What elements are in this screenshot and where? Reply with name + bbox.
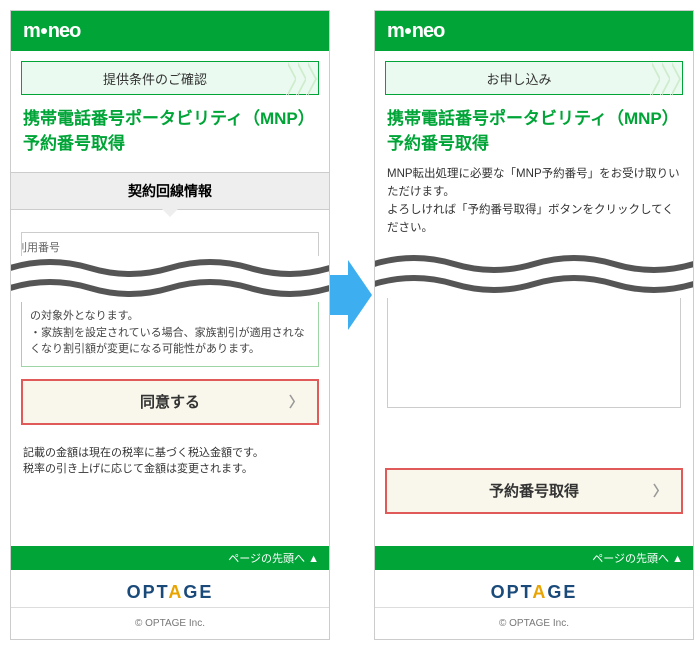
- header: mneo: [11, 11, 329, 51]
- step-label: 提供条件のご確認: [22, 69, 288, 88]
- content-omitted-icon: [10, 256, 330, 302]
- agree-button-label: 同意する: [140, 391, 200, 412]
- agree-button[interactable]: 同意する 〉: [21, 379, 319, 425]
- footer: OPTAGE: [375, 570, 693, 608]
- company-logo: OPTAGE: [491, 582, 578, 602]
- content-area: [387, 298, 681, 408]
- section-header-contract: 契約回線情報: [11, 172, 329, 210]
- content-omitted-icon: [374, 252, 694, 298]
- back-to-top-link[interactable]: ページの先頭へ ▲: [375, 546, 693, 570]
- footer: OPTAGE: [11, 570, 329, 608]
- brand-logo: mneo: [23, 20, 80, 43]
- brand-logo: mneo: [387, 20, 444, 43]
- chevron-right-icon: 〉: [653, 481, 667, 501]
- step-indicator: お申し込み: [385, 61, 683, 95]
- step-indicator: 提供条件のご確認: [21, 61, 319, 95]
- tax-footnote: 記載の金額は現在の税率に基づく税込金額です。 税率の引き上げに応じて金額は変更さ…: [11, 439, 329, 496]
- get-reservation-number-label: 予約番号取得: [489, 480, 579, 501]
- page-title: 携帯電話番号ポータビリティ（MNP）予約番号取得: [11, 103, 329, 166]
- chevron-right-icon: [652, 62, 682, 94]
- flow-arrow-icon: [330, 260, 374, 330]
- back-to-top-link[interactable]: ページの先頭へ ▲: [11, 546, 329, 570]
- panel-confirm: mneo 提供条件のご確認 携帯電話番号ポータビリティ（MNP）予約番号取得 契…: [10, 10, 330, 640]
- step-label: お申し込み: [386, 69, 652, 88]
- header: mneo: [375, 11, 693, 51]
- instruction-text: MNP転出処理に必要な「MNP予約番号」をお受け取りいただけます。 よろしければ…: [375, 166, 693, 247]
- company-logo: OPTAGE: [127, 582, 214, 602]
- panel-apply: mneo お申し込み 携帯電話番号ポータビリティ（MNP）予約番号取得 MNP転…: [374, 10, 694, 640]
- notice-text: の対象外となります。 ・家族割を設定されている場合、家族割引が適用されなくなり割…: [21, 302, 319, 367]
- copyright: © OPTAGE Inc.: [11, 608, 329, 639]
- copyright: © OPTAGE Inc.: [375, 608, 693, 639]
- chevron-right-icon: 〉: [289, 392, 303, 412]
- page-title: 携帯電話番号ポータビリティ（MNP）予約番号取得: [375, 103, 693, 166]
- chevron-right-icon: [288, 62, 318, 94]
- get-reservation-number-button[interactable]: 予約番号取得 〉: [385, 468, 683, 514]
